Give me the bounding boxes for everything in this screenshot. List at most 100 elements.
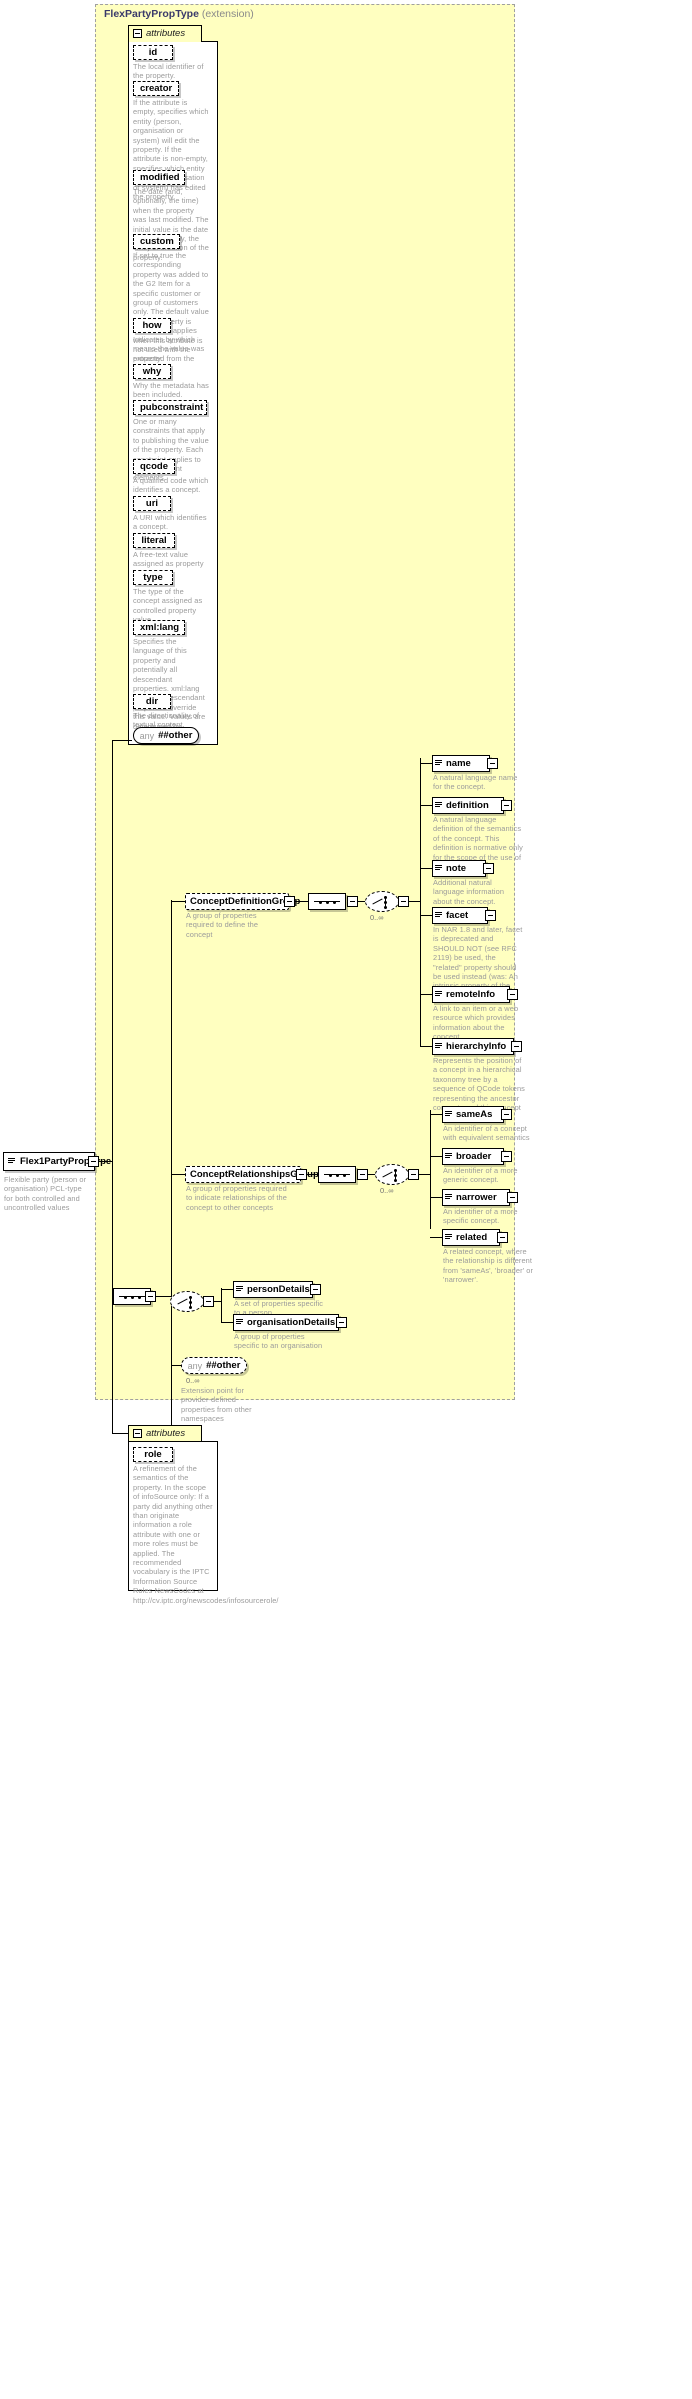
element-definition-expand[interactable]: [501, 800, 512, 811]
element-remoteinfo[interactable]: remoteInfo: [432, 986, 510, 1003]
element-narrower[interactable]: narrower: [442, 1189, 510, 1206]
attributes-label-bottom: attributes: [146, 1428, 186, 1439]
crg-expand-toggle[interactable]: [296, 1169, 307, 1180]
element-organisationdetails-doc-icon: [236, 1318, 244, 1327]
attribute-uri[interactable]: uri: [133, 496, 171, 511]
attribute-qcode[interactable]: qcode: [133, 459, 175, 474]
element-related-expand[interactable]: [497, 1232, 508, 1243]
crg-related-branch: [430, 1237, 442, 1238]
attribute-type-label: type: [143, 572, 163, 583]
attribute-id[interactable]: id: [133, 45, 173, 60]
element-remoteinfo-expand[interactable]: [507, 989, 518, 1000]
group-concept-relationships[interactable]: ConceptRelationshipsGroup: [185, 1166, 319, 1183]
element-note-expand[interactable]: [483, 863, 494, 874]
attribute-dir[interactable]: dir: [133, 694, 171, 709]
crg-sequence-connector[interactable]: [318, 1166, 356, 1183]
any-namespace: ##other: [158, 730, 193, 741]
panel-title: FlexPartyPropType (extension): [104, 8, 254, 20]
element-persondetails[interactable]: personDetails: [233, 1281, 313, 1298]
element-name[interactable]: name: [432, 755, 490, 772]
crg-sequence-dot-2: [336, 1173, 339, 1177]
schema-diagram-canvas: FlexPartyPropType (extension) attributes…: [0, 0, 692, 2399]
element-persondetails-doc-icon: [236, 1285, 244, 1294]
attribute-modified[interactable]: modified: [133, 170, 185, 185]
attribute-qcode-label: qcode: [140, 461, 168, 472]
element-facet-expand[interactable]: [485, 910, 496, 921]
element-hierarchyinfo-expand[interactable]: [511, 1041, 522, 1052]
element-broader[interactable]: broader: [442, 1148, 504, 1165]
element-definition[interactable]: definition: [432, 797, 504, 814]
any-keyword: any: [139, 730, 155, 741]
collapse-minus-icon[interactable]: [133, 29, 142, 38]
cdg-sequence-connector[interactable]: [308, 893, 346, 910]
crg-element-bus: [430, 1110, 431, 1229]
cdg-sequence-dot-2: [326, 900, 329, 904]
attribute-creator-doc: If the attribute is empty, specifies whi…: [133, 98, 209, 202]
cdg-sequence-toggle[interactable]: [347, 896, 358, 907]
attribute-custom[interactable]: custom: [133, 234, 180, 249]
element-persondetails-label: personDetails: [247, 1284, 310, 1295]
attribute-custom-label: custom: [140, 236, 174, 247]
attribute-xml-lang[interactable]: xml:lang: [133, 620, 185, 635]
details-choice-toggle[interactable]: [203, 1296, 214, 1307]
collapse-minus-icon-bottom[interactable]: [133, 1429, 142, 1438]
element-note[interactable]: note: [432, 860, 486, 877]
element-note-label: note: [446, 863, 467, 874]
cdg-choice-dot-2: [383, 901, 387, 904]
attribute-type-doc: The type of the concept assigned as cont…: [133, 587, 203, 624]
root-type-box[interactable]: Flex1PartyPropType: [3, 1152, 111, 1171]
element-definition-label: definition: [446, 800, 489, 811]
cdg-name-branch: [420, 763, 432, 764]
element-hierarchyinfo[interactable]: hierarchyInfo: [432, 1038, 514, 1055]
element-organisationdetails-expand[interactable]: [336, 1317, 347, 1328]
cdg-choice-connector[interactable]: [365, 891, 399, 912]
any-other-top[interactable]: any ##other: [133, 727, 199, 744]
crg-choice-toggle[interactable]: [408, 1169, 419, 1180]
element-sameas-expand[interactable]: [501, 1109, 512, 1120]
element-persondetails-expand[interactable]: [310, 1284, 321, 1295]
attribute-how[interactable]: how: [133, 318, 171, 333]
element-name-doc: A natural language name for the concept.: [433, 773, 518, 792]
root-connector-line: [99, 1161, 113, 1162]
element-remoteinfo-label: remoteInfo: [446, 989, 496, 1000]
element-narrower-doc: An identifier of a more specific concept…: [443, 1207, 518, 1226]
cdg-choice-toggle[interactable]: [398, 896, 409, 907]
cdg-choice-dot-3: [383, 906, 387, 909]
attributes-header-top[interactable]: attributes: [128, 25, 202, 41]
element-sameas[interactable]: sameAs: [442, 1106, 504, 1123]
crg-choice-connector[interactable]: [375, 1164, 409, 1185]
sequence-expand-toggle[interactable]: [145, 1291, 156, 1302]
element-broader-expand[interactable]: [501, 1151, 512, 1162]
attributes-header-bottom[interactable]: attributes: [128, 1425, 202, 1441]
details-choice-dot-3: [188, 1306, 192, 1309]
attribute-pubconstraint[interactable]: pubconstraint: [133, 400, 207, 415]
group-concept-definition[interactable]: ConceptDefinitionGroup: [185, 893, 300, 910]
any-other-bottom[interactable]: any ##other: [181, 1357, 247, 1374]
cdg-expand-toggle[interactable]: [284, 896, 295, 907]
crg-sequence-toggle[interactable]: [357, 1169, 368, 1180]
crg-broader-branch: [430, 1156, 442, 1157]
element-organisationdetails[interactable]: organisationDetails: [233, 1314, 339, 1331]
attribute-role[interactable]: role: [133, 1447, 173, 1462]
element-related[interactable]: related: [442, 1229, 500, 1246]
element-name-expand[interactable]: [487, 758, 498, 769]
cdg-sequence-dot-3: [333, 900, 336, 904]
attributes-label: attributes: [146, 28, 186, 39]
crg-choice-dot-3: [393, 1179, 397, 1182]
element-hierarchyinfo-doc-icon: [435, 1042, 443, 1051]
root-expand-toggle[interactable]: [88, 1156, 99, 1167]
attribute-why[interactable]: why: [133, 364, 171, 379]
cdg-definition-branch: [420, 805, 432, 806]
element-facet[interactable]: facet: [432, 907, 488, 924]
attribute-literal[interactable]: literal: [133, 533, 175, 548]
details-choice-connector[interactable]: [170, 1291, 204, 1312]
attribute-creator[interactable]: creator: [133, 81, 179, 96]
crg-sequence-dot-1: [329, 1173, 332, 1177]
documentation-icon: [8, 1157, 16, 1166]
crg-narrower-branch: [430, 1197, 442, 1198]
element-sameas-doc: An identifier of a concept with equivale…: [443, 1124, 530, 1143]
attribute-uri-doc: A URI which identifies a concept.: [133, 513, 207, 532]
element-narrower-expand[interactable]: [507, 1192, 518, 1203]
element-note-doc: Additional natural language information …: [433, 878, 505, 906]
attribute-type[interactable]: type: [133, 570, 173, 585]
